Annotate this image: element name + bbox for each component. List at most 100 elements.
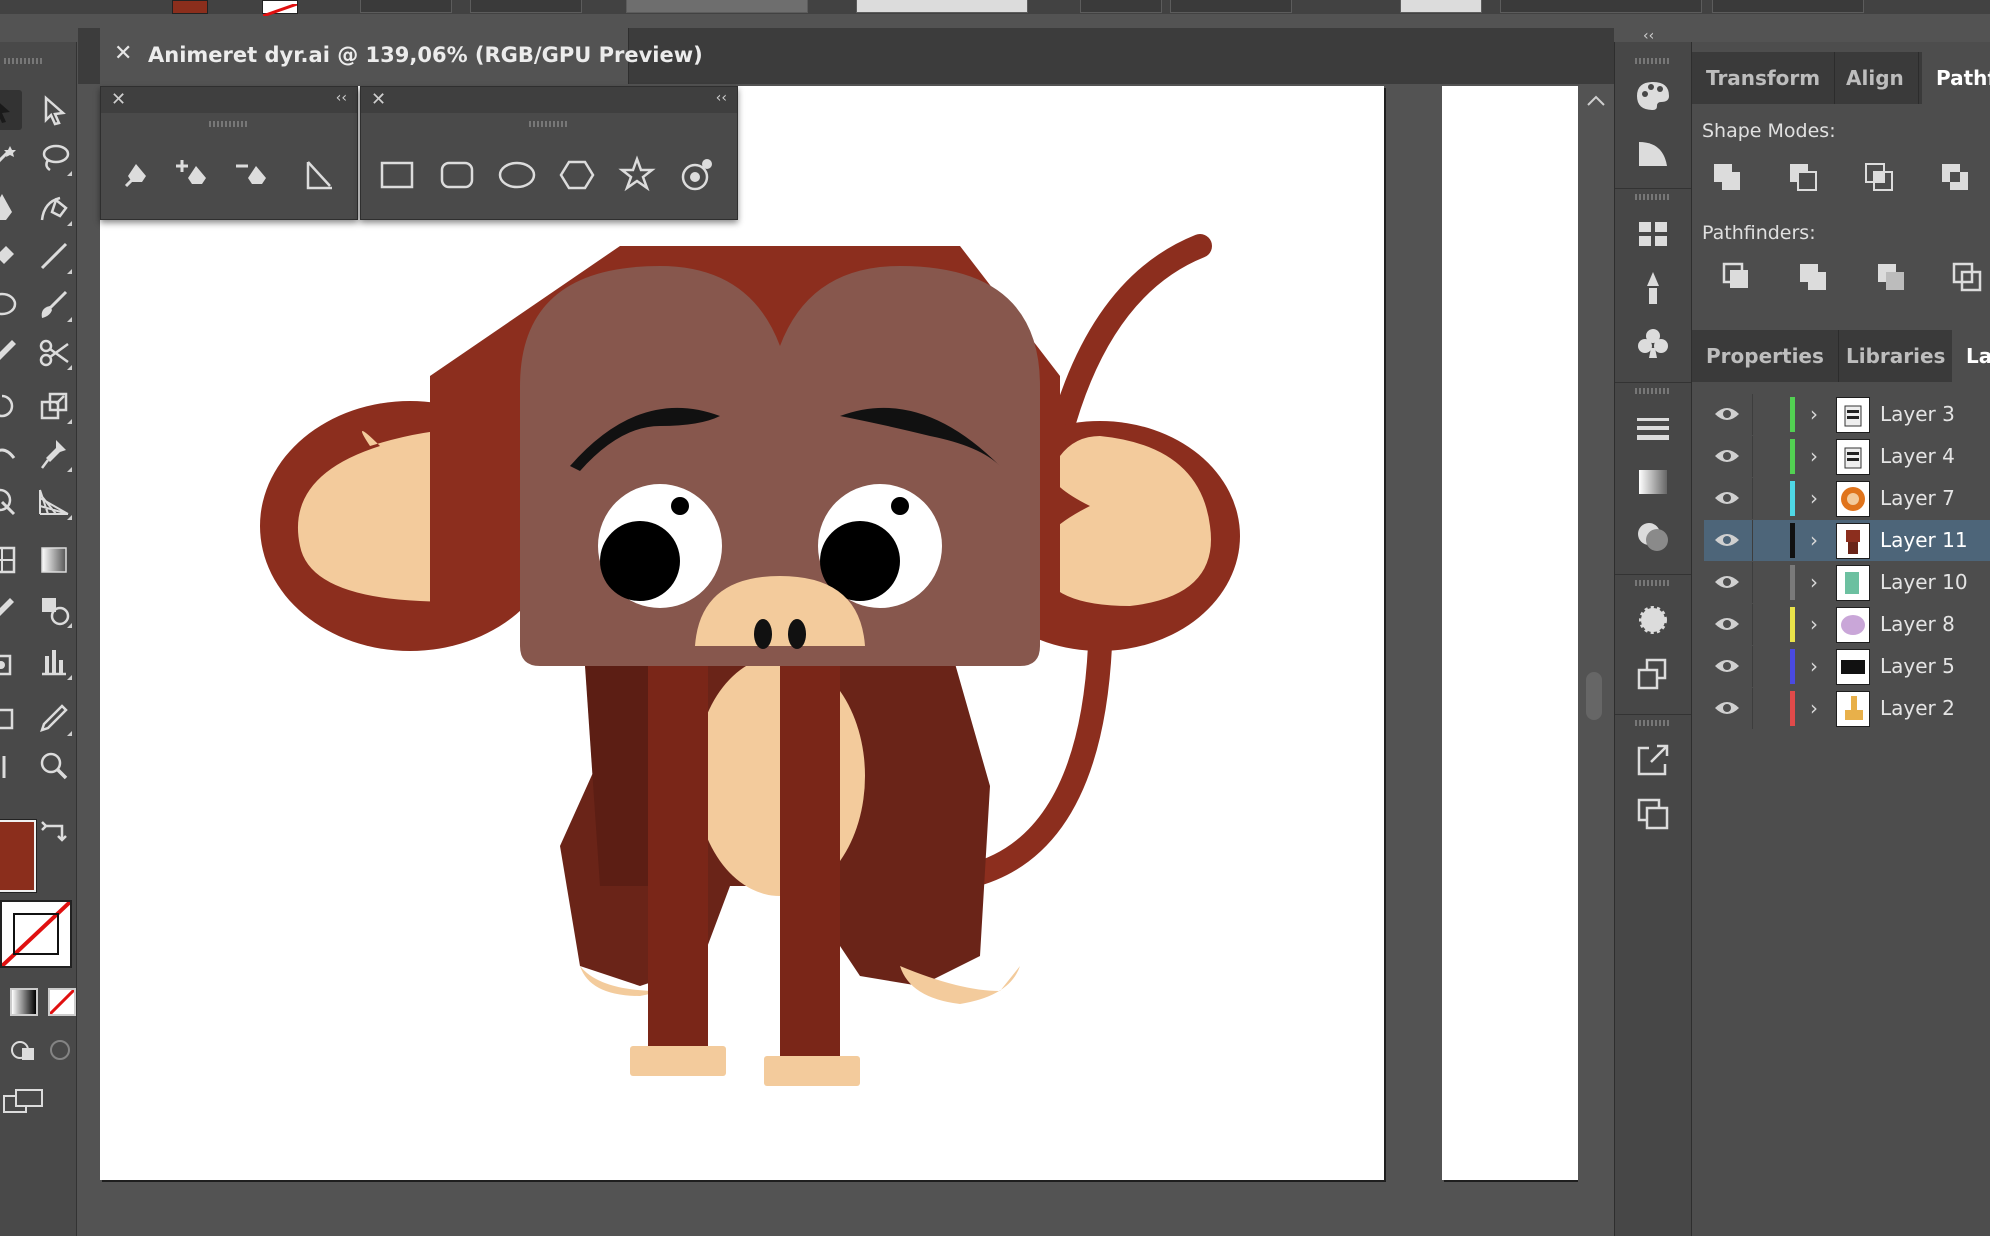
color-guide-icon[interactable] [1633,132,1673,172]
type-tool-icon[interactable] [0,236,22,276]
preferences-button[interactable] [1712,0,1864,13]
panel-grip[interactable] [4,58,44,64]
stroke-swatch[interactable] [0,900,72,968]
anchor-point-tool-icon[interactable] [296,152,342,198]
visibility-eye-icon[interactable] [1714,656,1740,676]
layer-row[interactable]: › Layer 10 [1704,562,1990,603]
artboard-tool-icon[interactable] [0,698,22,738]
pen-tool-icon[interactable] [114,152,160,198]
perspective-grid-icon[interactable] [34,482,74,522]
panel-grip[interactable] [1635,720,1671,726]
draw-normal-icon[interactable] [10,1038,38,1062]
blend-tool-icon[interactable] [34,590,74,630]
stroke-icon[interactable] [1633,408,1673,448]
tab-properties[interactable]: Properties [1692,330,1839,382]
rotate-tool-icon[interactable] [0,386,22,426]
close-panel-icon[interactable]: ✕ [371,89,386,110]
expand-layer-chevron-icon[interactable]: › [1810,402,1818,426]
paintbrush-tool-icon[interactable] [34,284,74,324]
tab-layers[interactable]: La [1952,330,1990,382]
direct-selection-tool-icon[interactable] [34,90,74,130]
document-tab[interactable]: ✕ Animeret dyr.ai @ 139,06% (RGB/GPU Pre… [100,28,703,84]
close-panel-icon[interactable]: ✕ [111,89,126,110]
panel-grip[interactable] [1635,580,1671,586]
screen-mode-icon[interactable] [2,1086,46,1116]
magic-wand-icon[interactable] [0,138,22,178]
expand-layer-chevron-icon[interactable]: › [1810,612,1818,636]
trim-button[interactable] [1792,256,1836,300]
unite-button[interactable] [1706,156,1750,200]
scroll-up-icon[interactable] [1586,92,1606,106]
export-icon[interactable] [1633,740,1673,780]
stroke-color-swatch[interactable] [262,0,298,18]
expand-layer-chevron-icon[interactable]: › [1810,654,1818,678]
pen-tool-icon[interactable] [0,188,22,228]
tab-align[interactable]: Align [1832,52,1919,104]
merge-button[interactable] [1870,256,1914,300]
color-palette-icon[interactable] [1633,76,1673,116]
collapse-dock-icon[interactable]: ‹‹ [1643,28,1654,44]
ellipse-tool-icon[interactable] [494,152,540,198]
width-tool-icon[interactable] [0,434,22,474]
layer-row[interactable]: › Layer 5 [1704,646,1990,687]
scrollbar-thumb[interactable] [1586,672,1602,720]
layer-row[interactable]: › Layer 7 [1704,478,1990,519]
lasso-icon[interactable] [34,138,74,178]
zoom-tool-icon[interactable] [34,746,74,786]
minus-front-button[interactable] [1782,156,1826,200]
collapse-panel-icon[interactable]: ‹‹ [716,90,727,106]
expand-layer-chevron-icon[interactable]: › [1810,570,1818,594]
exclude-button[interactable] [1934,156,1978,200]
visibility-eye-icon[interactable] [1714,488,1740,508]
transparency-icon[interactable] [1633,516,1673,556]
opacity-control[interactable] [1080,0,1162,13]
slice-tool-icon[interactable] [34,698,74,738]
rectangle-tool-icon[interactable] [374,152,420,198]
fill-swatch[interactable] [0,820,36,892]
expand-layer-chevron-icon[interactable]: › [1810,444,1818,468]
delete-anchor-point-icon[interactable] [230,152,276,198]
visibility-eye-icon[interactable] [1714,572,1740,592]
polygon-tool-icon[interactable] [554,152,600,198]
collapse-panel-icon[interactable]: ‹‹ [336,90,347,106]
gradient-mode-icon[interactable] [10,988,38,1016]
panel-grip[interactable] [209,121,249,127]
visibility-eye-icon[interactable] [1714,698,1740,718]
close-document-icon[interactable]: ✕ [114,41,132,66]
brushes-icon[interactable] [1633,268,1673,308]
puppet-warp-icon[interactable] [34,434,74,474]
mesh-tool-icon[interactable] [0,540,22,580]
visibility-eye-icon[interactable] [1714,446,1740,466]
crop-button[interactable] [1946,256,1990,300]
variable-width-control[interactable] [470,0,582,13]
layer-row[interactable]: › Layer 3 [1704,394,1990,435]
artboard[interactable] [100,86,1384,1180]
ellipse-tool-icon[interactable] [0,284,22,324]
swap-fill-stroke-icon[interactable] [38,818,72,848]
gradient-icon[interactable] [1633,462,1673,502]
eyedropper-tool-icon[interactable] [0,590,22,630]
artboards-icon[interactable] [1633,794,1673,834]
add-anchor-point-icon[interactable] [170,152,216,198]
panel-grip[interactable] [529,121,569,127]
tab-transform[interactable]: Transform [1692,52,1836,104]
hand-tool-icon[interactable] [0,746,22,786]
layer-row[interactable]: › Layer 8 [1704,604,1990,645]
divide-button[interactable] [1716,256,1760,300]
symbols-icon[interactable] [1633,324,1673,364]
expand-layer-chevron-icon[interactable]: › [1810,528,1818,552]
panel-grip[interactable] [1635,58,1671,64]
style-control[interactable] [1170,0,1292,13]
panel-grip[interactable] [1635,388,1671,394]
tab-pathfinder[interactable]: Pathfi [1922,52,1990,104]
swatches-icon[interactable] [1633,214,1673,254]
style-swatch[interactable] [1400,0,1482,13]
graphic-styles-icon[interactable] [1633,654,1673,694]
intersect-button[interactable] [1858,156,1902,200]
visibility-eye-icon[interactable] [1714,404,1740,424]
expand-layer-chevron-icon[interactable]: › [1810,486,1818,510]
rounded-rectangle-tool-icon[interactable] [434,152,480,198]
document-setup-button[interactable] [1500,0,1702,13]
curvature-tool-icon[interactable] [34,188,74,228]
stroke-weight-control[interactable] [360,0,452,13]
